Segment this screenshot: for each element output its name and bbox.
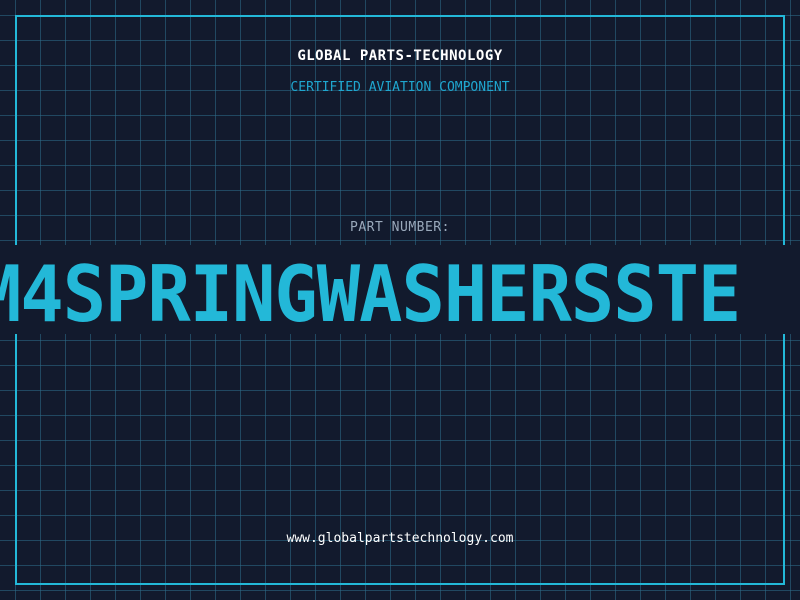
- part-number-band: M4SPRINGWASHERSSTE: [0, 245, 800, 334]
- label-card: GLOBAL PARTS-TECHNOLOGY CERTIFIED AVIATI…: [0, 0, 800, 600]
- certification-tagline: CERTIFIED AVIATION COMPONENT: [290, 80, 510, 95]
- part-number-label: PART NUMBER:: [350, 220, 450, 235]
- part-number-value: M4SPRINGWASHERSSTE: [0, 248, 741, 334]
- website-url: www.globalpartstechnology.com: [286, 531, 514, 546]
- company-name: GLOBAL PARTS-TECHNOLOGY: [297, 48, 503, 64]
